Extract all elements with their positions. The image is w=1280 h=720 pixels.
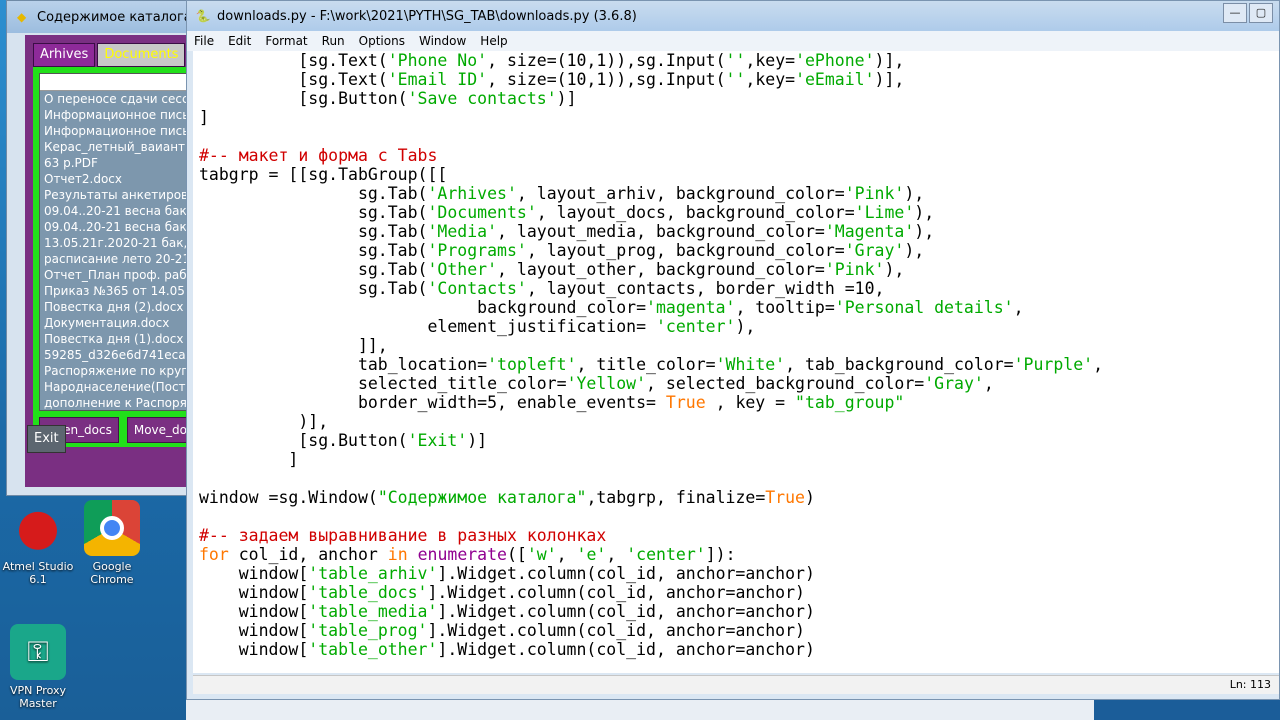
desktop-icon-vpn[interactable]: ⚿ VPN Proxy Master [0, 624, 76, 710]
file-list-item[interactable]: О переносе сдачи сесс [40, 91, 206, 107]
file-list-item[interactable]: Повестка дня (2).docx [40, 299, 206, 315]
file-list-item[interactable]: 09.04..20-21 весна бак,з [40, 203, 206, 219]
file-list-item[interactable]: 63 р.PDF [40, 155, 206, 171]
file-list-item[interactable]: 09.04..20-21 весна бак,з [40, 219, 206, 235]
status-bar: Ln: 113 [193, 675, 1279, 694]
taskbar-strip [186, 700, 1280, 720]
catalog-titlebar[interactable]: ◆ Содержимое каталога [7, 1, 205, 33]
menu-file[interactable]: File [187, 34, 221, 48]
menu-help[interactable]: Help [473, 34, 514, 48]
taskbar-highlight [1094, 700, 1280, 720]
exit-button[interactable]: Exit [27, 425, 66, 453]
file-list-item[interactable]: Документация.docx [40, 315, 206, 331]
catalog-window: ◆ Содержимое каталога Arhives Documents … [6, 0, 221, 496]
file-list-item[interactable]: Распоряжение по кругл [40, 363, 206, 379]
file-list-item[interactable]: Информационное письм [40, 107, 206, 123]
line-number: Ln: 113 [1229, 678, 1271, 691]
tab-group: Arhives Documents Me О переносе сдачи се… [25, 35, 221, 487]
file-list-item[interactable]: расписание лето 20-21. [40, 251, 206, 267]
editor-title: downloads.py - F:\work\2021\PYTH\SG_TAB\… [217, 8, 637, 24]
file-list-item[interactable]: Результаты анкетиров [40, 187, 206, 203]
desktop-icon-chrome[interactable]: Google Chrome [74, 500, 150, 586]
python-icon: 🐍 [195, 9, 211, 23]
menu-format[interactable]: Format [258, 34, 314, 48]
table-header [40, 74, 206, 91]
minimize-button[interactable]: — [1223, 3, 1247, 23]
file-list-item[interactable]: Приказ №365 от 14.05.2 [40, 283, 206, 299]
catalog-title: Содержимое каталога [37, 9, 192, 25]
file-list-item[interactable]: 59285_d326e6d741ecae4 [40, 347, 206, 363]
desktop-icon-label: VPN Proxy Master [9, 684, 66, 710]
editor-titlebar[interactable]: 🐍 downloads.py - F:\work\2021\PYTH\SG_TA… [187, 1, 1279, 31]
desktop-icon-label: Google Chrome [90, 560, 134, 586]
editor-window: 🐍 downloads.py - F:\work\2021\PYTH\SG_TA… [186, 0, 1280, 700]
file-list-item[interactable]: дополнение к Распоряж [40, 395, 206, 411]
menu-window[interactable]: Window [412, 34, 473, 48]
code-text: [sg.Text('Phone No', size=(10,1)),sg.Inp… [199, 51, 1104, 659]
desktop-icon-atmel[interactable]: Atmel Studio 6.1 [0, 500, 76, 586]
file-list-item[interactable]: Информационное письм [40, 123, 206, 139]
menu-edit[interactable]: Edit [221, 34, 258, 48]
desktop-icon-label: Atmel Studio 6.1 [2, 560, 74, 586]
tab-documents[interactable]: Documents [97, 43, 186, 67]
menu-run[interactable]: Run [315, 34, 352, 48]
menu-bar: File Edit Format Run Options Window Help [187, 31, 1279, 51]
file-list-item[interactable]: Керас_летный_ваиант.t [40, 139, 206, 155]
file-list-item[interactable]: Отчет_План проф. работ [40, 267, 206, 283]
key-icon: ⚿ [10, 624, 66, 680]
file-list: О переносе сдачи сесс Информационное пись… [40, 91, 206, 411]
code-editor[interactable]: [sg.Text('Phone No', size=(10,1)),sg.Inp… [193, 51, 1279, 673]
files-table[interactable]: О переносе сдачи сесс Информационное пись… [39, 73, 207, 411]
maximize-button[interactable]: ▢ [1249, 3, 1273, 23]
file-list-item[interactable]: 13.05.21г.2020-21 бак,за [40, 235, 206, 251]
app-icon: ◆ [17, 10, 27, 24]
menu-options[interactable]: Options [352, 34, 412, 48]
ladybug-icon [10, 500, 66, 556]
chrome-icon [84, 500, 140, 556]
file-list-item[interactable]: Народнаселение(Постс [40, 379, 206, 395]
documents-panel: О переносе сдачи сесс Информационное пись… [33, 67, 207, 447]
file-list-item[interactable]: Повестка дня (1).docx [40, 331, 206, 347]
tab-arhives[interactable]: Arhives [33, 43, 96, 67]
file-list-item[interactable]: Отчет2.docx [40, 171, 206, 187]
